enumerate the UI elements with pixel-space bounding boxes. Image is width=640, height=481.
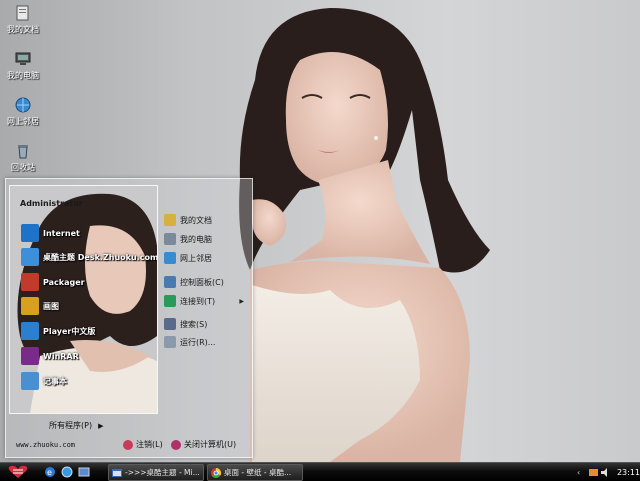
search-icon (164, 318, 176, 330)
site-url: www.zhuoku.com (16, 441, 76, 449)
task-label: ->>>桌酷主题 - Mi... (125, 468, 200, 477)
taskbar-task-theme[interactable]: ->>>桌酷主题 - Mi... (108, 464, 204, 481)
shutdown-label: 关闭计算机(U) (184, 440, 237, 449)
place-label: 我的文档 (180, 215, 212, 225)
desktop-icon-label: 我的文档 (7, 25, 39, 34)
place-label: 控制面板(C) (180, 277, 224, 287)
chevron-right-icon: ▶ (98, 422, 104, 430)
start-menu: Administrator Internet 桌酷主题 Desk.Zhuoku.… (5, 178, 253, 458)
chevron-right-icon: ▶ (239, 297, 244, 305)
task-label: 桌面 - 壁纸 - 桌酷... (224, 468, 292, 477)
desktop-icon-label: 回收站 (11, 163, 35, 172)
media-player-icon (21, 322, 39, 340)
place-label: 我的电脑 (180, 234, 212, 244)
program-packager[interactable]: Packager (21, 272, 85, 292)
desktop-icon-label: 我的电脑 (7, 71, 39, 80)
place-label: 网上邻居 (180, 253, 212, 263)
start-menu-programs-panel: Administrator Internet 桌酷主题 Desk.Zhuoku.… (9, 185, 158, 414)
notepad-icon (21, 372, 39, 390)
place-my-computer[interactable]: 我的电脑 (164, 232, 248, 246)
clock: 23:11 (616, 467, 640, 477)
place-connect-to[interactable]: 连接到(T) ▶ (164, 294, 248, 308)
run-icon (164, 336, 176, 348)
desktop-icon-label: 网上邻居 (7, 117, 39, 126)
place-my-documents[interactable]: 我的文档 (164, 213, 248, 227)
my-computer-icon (164, 233, 176, 245)
place-control-panel[interactable]: 控制面板(C) (164, 275, 248, 289)
place-label: 搜索(S) (180, 319, 208, 329)
all-programs-label: 所有程序(P) (49, 421, 93, 430)
program-label: WinRAR (43, 351, 79, 361)
quicklaunch-browser[interactable] (61, 466, 73, 478)
zhuoku-theme-icon (21, 248, 39, 266)
program-label: 桌酷主题 Desk.Zhuoku.com (43, 252, 158, 262)
winrar-icon (21, 347, 39, 365)
logoff-label: 注销(L) (136, 440, 163, 449)
start-menu-footer: www.zhuoku.com 注销(L) 关闭计算机(U) (6, 437, 252, 455)
program-label: Packager (43, 277, 85, 287)
program-zhuoku-theme[interactable]: 桌酷主题 Desk.Zhuoku.com (21, 247, 158, 267)
globe-icon (61, 466, 73, 478)
paint-icon (21, 297, 39, 315)
taskbar: e ->>>桌酷主题 - Mi... 桌面 - 壁纸 - 桌酷... ‹ 23:… (0, 462, 640, 481)
program-label: 画图 (43, 301, 59, 311)
control-panel-icon (164, 276, 176, 288)
connect-to-icon (164, 295, 176, 307)
program-paint[interactable]: 画图 (21, 296, 59, 316)
desktop-icon-my-computer[interactable]: 我的电脑 (4, 50, 42, 81)
program-label: Internet (43, 228, 80, 238)
start-menu-username: Administrator (20, 199, 83, 208)
place-search[interactable]: 搜索(S) (164, 317, 248, 331)
quicklaunch-desktop[interactable] (78, 466, 90, 478)
place-label: 运行(R)... (180, 337, 216, 347)
place-run[interactable]: 运行(R)... (164, 335, 248, 349)
internet-explorer-icon: e (45, 467, 55, 477)
packager-icon (21, 273, 39, 291)
system-tray: ‹ 23:11 (574, 463, 640, 481)
power-icon (171, 439, 181, 450)
place-label: 连接到(T) (180, 296, 216, 306)
window-icon (112, 468, 122, 477)
my-documents-icon (164, 214, 176, 226)
shutdown-button[interactable]: 关闭计算机(U) (171, 439, 236, 450)
recycle-bin-icon (14, 142, 32, 160)
place-network-places[interactable]: 网上邻居 (164, 251, 248, 265)
network-places-icon (14, 96, 32, 114)
program-media-player[interactable]: Player中文版 (21, 321, 95, 341)
desktop-icon-network-places[interactable]: 网上邻居 (4, 96, 42, 127)
start-button[interactable] (2, 464, 34, 480)
my-computer-icon (14, 50, 32, 68)
heart-logo-icon (8, 465, 28, 478)
quicklaunch-ie[interactable]: e (44, 466, 56, 478)
network-places-icon (164, 252, 176, 264)
show-desktop-icon (78, 467, 90, 477)
program-notepad[interactable]: 记事本 (21, 371, 67, 391)
program-internet[interactable]: Internet (21, 223, 80, 243)
internet-explorer-icon (21, 224, 39, 242)
network-tray-icon[interactable] (588, 468, 598, 477)
logoff-button[interactable]: 注销(L) (123, 439, 163, 450)
program-label: Player中文版 (43, 326, 96, 336)
desktop-icon-recycle-bin[interactable]: 回收站 (4, 142, 42, 173)
svg-text:e: e (47, 468, 52, 477)
lock-icon (123, 439, 133, 450)
desktop-icon-my-documents[interactable]: 我的文档 (4, 4, 42, 35)
my-documents-icon (14, 4, 32, 22)
chrome-icon (211, 467, 221, 478)
taskbar-task-browser[interactable]: 桌面 - 壁纸 - 桌酷... (207, 464, 303, 481)
volume-icon[interactable] (600, 467, 610, 477)
program-winrar[interactable]: WinRAR (21, 346, 79, 366)
all-programs-button[interactable]: 所有程序(P) ▶ (49, 420, 103, 431)
chevron-left-icon[interactable]: ‹ (577, 468, 586, 477)
program-label: 记事本 (43, 376, 67, 386)
